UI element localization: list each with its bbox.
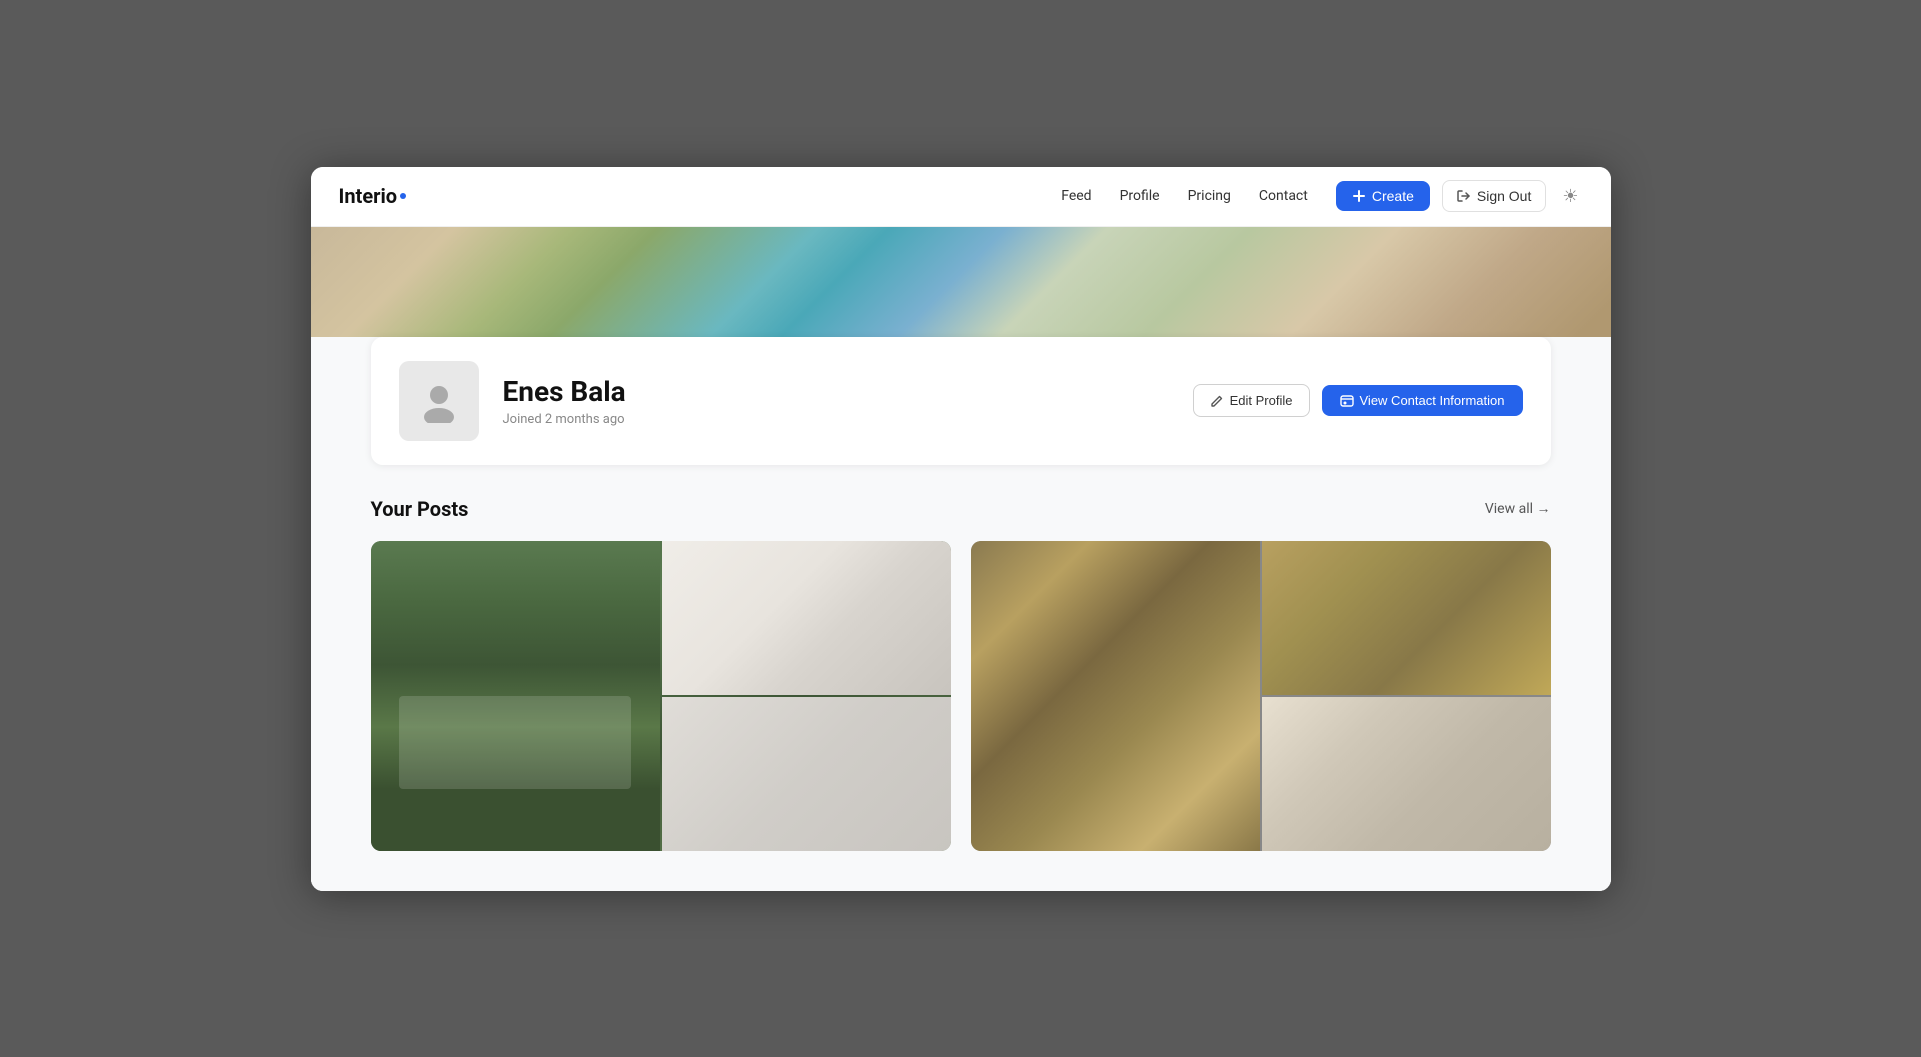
nav-feed[interactable]: Feed bbox=[1061, 188, 1091, 204]
edit-profile-label: Edit Profile bbox=[1230, 393, 1293, 408]
post-image-main-1 bbox=[371, 541, 660, 851]
profile-section: Enes Bala Joined 2 months ago Edit Profi… bbox=[311, 337, 1611, 891]
post-image-main-2 bbox=[971, 541, 1260, 851]
nav-pricing[interactable]: Pricing bbox=[1188, 188, 1231, 204]
navbar: Interio Feed Profile Pricing Contact Cre… bbox=[311, 167, 1611, 227]
posts-header: Your Posts View all → bbox=[371, 497, 1551, 521]
post-image-br-2 bbox=[1262, 697, 1551, 851]
nav-right-group: Create Sign Out ☀ bbox=[1336, 180, 1583, 212]
avatar-icon bbox=[417, 379, 461, 423]
app-window: Interio Feed Profile Pricing Contact Cre… bbox=[311, 167, 1611, 891]
post-image-br-1 bbox=[662, 697, 951, 851]
nav-links: Feed Profile Pricing Contact Create bbox=[1061, 180, 1582, 212]
profile-actions: Edit Profile View Contact Information bbox=[1193, 384, 1523, 417]
sign-out-button[interactable]: Sign Out bbox=[1442, 180, 1546, 212]
profile-card-wrapper: Enes Bala Joined 2 months ago Edit Profi… bbox=[311, 337, 1611, 465]
theme-toggle-button[interactable]: ☀ bbox=[1558, 182, 1582, 211]
contact-icon bbox=[1340, 394, 1354, 408]
view-contact-label: View Contact Information bbox=[1360, 393, 1505, 408]
posts-title: Your Posts bbox=[371, 497, 469, 521]
edit-icon bbox=[1210, 394, 1224, 408]
profile-info: Enes Bala Joined 2 months ago bbox=[503, 375, 1169, 427]
profile-card: Enes Bala Joined 2 months ago Edit Profi… bbox=[371, 337, 1551, 465]
sign-out-label: Sign Out bbox=[1477, 188, 1531, 204]
sign-out-icon bbox=[1457, 189, 1471, 203]
logo-text: Interio bbox=[339, 184, 398, 208]
create-icon bbox=[1352, 189, 1366, 203]
nav-contact[interactable]: Contact bbox=[1259, 188, 1308, 204]
post-card-1[interactable] bbox=[371, 541, 951, 851]
logo: Interio bbox=[339, 184, 407, 208]
logo-dot bbox=[400, 193, 406, 199]
profile-joined: Joined 2 months ago bbox=[503, 412, 1169, 427]
create-button[interactable]: Create bbox=[1336, 181, 1430, 211]
edit-profile-button[interactable]: Edit Profile bbox=[1193, 384, 1310, 417]
nav-profile[interactable]: Profile bbox=[1120, 188, 1160, 204]
posts-section: Your Posts View all → bbox=[311, 465, 1611, 891]
view-all-link[interactable]: View all → bbox=[1485, 500, 1551, 517]
profile-name: Enes Bala bbox=[503, 375, 1169, 408]
post-card-2[interactable] bbox=[971, 541, 1551, 851]
post-image-tr-2 bbox=[1262, 541, 1551, 695]
avatar bbox=[399, 361, 479, 441]
posts-grid bbox=[371, 541, 1551, 851]
view-contact-button[interactable]: View Contact Information bbox=[1322, 385, 1523, 416]
create-label: Create bbox=[1372, 188, 1414, 204]
post-image-tr-1 bbox=[662, 541, 951, 695]
